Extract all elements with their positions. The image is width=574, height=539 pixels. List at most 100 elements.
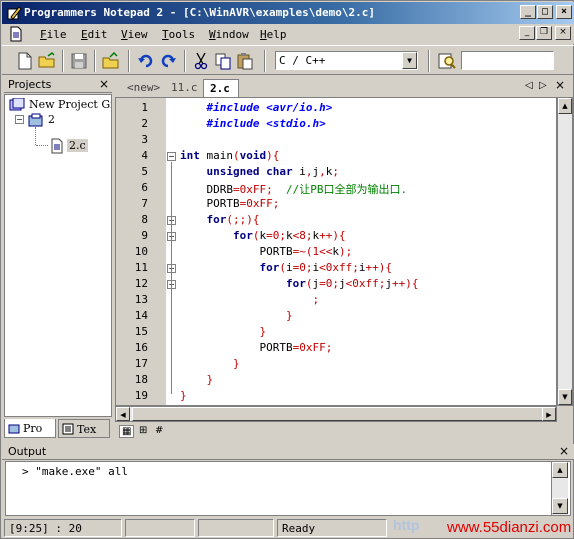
code-line: ; bbox=[312, 293, 320, 306]
tab-projects[interactable]: Pro bbox=[4, 419, 56, 438]
redo-icon[interactable] bbox=[159, 52, 177, 70]
tab-11-c[interactable]: 11.c bbox=[165, 79, 204, 97]
code-line: int main(void){ bbox=[180, 149, 280, 162]
toolbar-separator bbox=[184, 50, 186, 72]
line-number: 6 bbox=[141, 181, 148, 194]
code-line: } bbox=[259, 325, 267, 338]
code-editor[interactable]: 1 2 3 4 5 6 7 8 9 10 11 12 13 14 15 16 17 18 19 #include <… bbox=[115, 97, 557, 406]
mdi-minimize-button[interactable]: _ bbox=[519, 26, 535, 40]
toolbar-separator bbox=[94, 50, 96, 72]
menu-view[interactable]: View bbox=[121, 28, 148, 41]
cut-icon[interactable] bbox=[192, 52, 210, 70]
projects-tab-icon bbox=[8, 424, 20, 434]
file-icon bbox=[51, 138, 63, 154]
scroll-up-icon[interactable]: ▲ bbox=[552, 462, 568, 478]
mdi-close-button[interactable]: × bbox=[555, 26, 571, 40]
scroll-down-icon[interactable]: ▼ bbox=[558, 389, 572, 405]
vertical-scrollbar[interactable]: ▲ ▼ bbox=[557, 97, 573, 406]
tab-2-c[interactable]: 2.c bbox=[203, 79, 239, 97]
tree-expander-icon[interactable]: − bbox=[15, 115, 24, 124]
menu-edit[interactable]: Edit bbox=[81, 28, 108, 41]
scroll-right-icon[interactable]: ▶ bbox=[542, 407, 556, 421]
line-number: 13 bbox=[134, 293, 148, 306]
menu-file[interactable]: File bbox=[40, 28, 67, 41]
close-icon[interactable]: × bbox=[555, 78, 565, 92]
line-number: 1 bbox=[141, 101, 148, 114]
undo-icon[interactable] bbox=[137, 52, 155, 70]
tab-text-clips-label: Tex bbox=[77, 423, 97, 436]
code-line: for(k=0;k<8;k++){ bbox=[232, 229, 346, 242]
line-number: 9 bbox=[141, 229, 148, 242]
projects-tabs: Pro Tex bbox=[4, 419, 112, 439]
find-icon[interactable] bbox=[438, 52, 456, 70]
tab-scroll-right-icon[interactable]: ▷ bbox=[539, 80, 547, 91]
close-button[interactable]: × bbox=[556, 5, 572, 19]
tree-item-project-group[interactable]: New Project Gr bbox=[29, 98, 111, 111]
output-text[interactable]: > "make.exe" all ▲ ▼ bbox=[5, 461, 571, 516]
tab-projects-label: Pro bbox=[23, 422, 43, 435]
hash-view-icon[interactable]: # bbox=[153, 425, 165, 436]
text-clips-icon bbox=[62, 423, 74, 435]
project-icon bbox=[28, 113, 43, 127]
line-number: 8 bbox=[141, 213, 148, 226]
output-scrollbar[interactable]: ▲ ▼ bbox=[551, 462, 568, 515]
cursor-position: [9:25] : 20 bbox=[4, 519, 122, 537]
fold-marker-icon[interactable]: − bbox=[167, 152, 176, 161]
language-select-value: C / C++ bbox=[279, 54, 326, 67]
menu-help[interactable]: Help bbox=[260, 28, 287, 41]
scroll-up-icon[interactable]: ▲ bbox=[558, 98, 572, 114]
code-line: } bbox=[232, 357, 240, 370]
window-title: Programmers Notepad 2 - [C:\WinAVR\examp… bbox=[24, 6, 375, 19]
project-group-icon bbox=[9, 98, 25, 111]
project-tree[interactable]: New Project Gr − 2 2.c bbox=[4, 94, 112, 417]
line-number: 12 bbox=[134, 277, 148, 290]
line-number: 2 bbox=[141, 117, 148, 130]
tree-item-file[interactable]: 2.c bbox=[67, 139, 88, 152]
find-input[interactable] bbox=[461, 51, 554, 70]
horizontal-scrollbar[interactable]: ◀ ▶ bbox=[115, 406, 557, 422]
code-line: } bbox=[285, 309, 293, 322]
hex-view-icon[interactable]: ⊞ bbox=[137, 425, 149, 436]
paste-icon[interactable] bbox=[236, 52, 254, 70]
status-ready: Ready bbox=[277, 519, 387, 537]
line-number: 5 bbox=[141, 165, 148, 178]
chevron-down-icon[interactable]: ▼ bbox=[402, 52, 417, 69]
tree-item-project[interactable]: 2 bbox=[48, 113, 55, 126]
horizontal-scroll-thumb[interactable] bbox=[132, 407, 544, 421]
grid-view-icon[interactable]: ▦ bbox=[119, 425, 135, 438]
tab-new[interactable]: <new> bbox=[121, 79, 166, 97]
close-icon[interactable]: × bbox=[559, 444, 569, 458]
save-all-icon[interactable] bbox=[102, 52, 120, 70]
toolbar-separator bbox=[62, 50, 64, 72]
line-number: 16 bbox=[134, 341, 148, 354]
tab-scroll-left-icon[interactable]: ◁ bbox=[525, 80, 533, 91]
close-icon[interactable]: × bbox=[99, 77, 109, 91]
language-select[interactable]: C / C++ ▼ bbox=[275, 51, 418, 70]
line-number: 4 bbox=[141, 149, 148, 162]
output-panel: Output × > "make.exe" all ▲ ▼ bbox=[2, 444, 574, 516]
tab-text-clips[interactable]: Tex bbox=[58, 419, 110, 438]
line-number: 19 bbox=[134, 389, 148, 402]
line-number: 11 bbox=[134, 261, 148, 274]
open-folder-icon[interactable] bbox=[38, 52, 56, 70]
new-file-icon[interactable] bbox=[16, 52, 34, 70]
scroll-left-icon[interactable]: ◀ bbox=[116, 407, 130, 421]
status-field bbox=[198, 519, 274, 537]
document-icon[interactable] bbox=[8, 26, 24, 42]
title-bar[interactable]: Programmers Notepad 2 - [C:\WinAVR\examp… bbox=[2, 2, 574, 24]
menu-window[interactable]: Window bbox=[209, 28, 249, 41]
maximize-button[interactable]: □ bbox=[537, 5, 553, 19]
app-icon bbox=[7, 6, 22, 20]
line-number: 10 bbox=[134, 245, 148, 258]
projects-panel: Projects × New Project Gr − 2 2.c Pro Te… bbox=[4, 77, 112, 440]
scroll-down-icon[interactable]: ▼ bbox=[552, 498, 568, 514]
code-line: PORTB=0xFF; bbox=[180, 341, 333, 354]
output-line: > "make.exe" all bbox=[22, 465, 128, 478]
minimize-button[interactable]: _ bbox=[520, 5, 536, 19]
menu-tools[interactable]: Tools bbox=[162, 28, 195, 41]
save-icon[interactable] bbox=[70, 52, 88, 70]
copy-icon[interactable] bbox=[214, 52, 232, 70]
line-number: 15 bbox=[134, 325, 148, 338]
code-line: for(i=0;i<0xff;i++){ bbox=[259, 261, 392, 274]
mdi-restore-button[interactable]: ❐ bbox=[536, 26, 552, 40]
